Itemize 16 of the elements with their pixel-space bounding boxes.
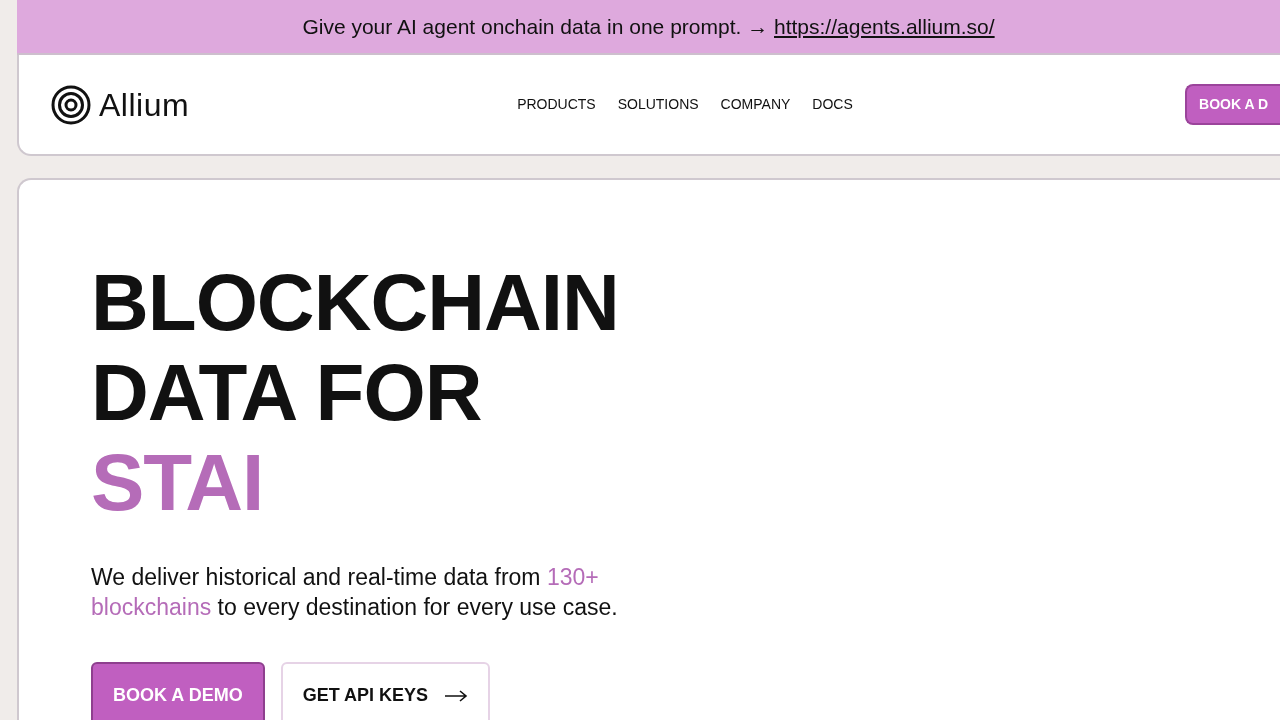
agents-link[interactable]: https://agents.allium.so/ — [774, 14, 995, 38]
headline-line: DATA FOR — [91, 348, 483, 438]
headline-line: BLOCKCHAIN — [91, 258, 620, 348]
logo-text: Allium — [99, 85, 190, 125]
api-keys-button[interactable]: GET API KEYS — [280, 662, 491, 720]
arrow-right-icon — [444, 689, 469, 702]
nav-link[interactable]: DOCS — [812, 94, 853, 115]
headline-line: STAI — [91, 438, 265, 528]
hero-description: We deliver historical and real-time data from 130+ blockchains to every destination for every use case. — [91, 563, 619, 622]
concentric-rings-icon — [51, 84, 91, 125]
book-demo-button[interactable]: BOOK A DEMO — [91, 662, 265, 720]
nav-link[interactable]: COMPANY — [720, 94, 791, 115]
nav-link[interactable]: SOLUTIONS — [617, 94, 699, 115]
announcement-text: Give your AI agent onchain data in one prompt. → https://agents.allium.so/ — [302, 13, 995, 40]
book-demo-button[interactable]: BOOK A D — [1185, 84, 1280, 125]
nav-link[interactable]: PRODUCTS — [517, 94, 596, 115]
